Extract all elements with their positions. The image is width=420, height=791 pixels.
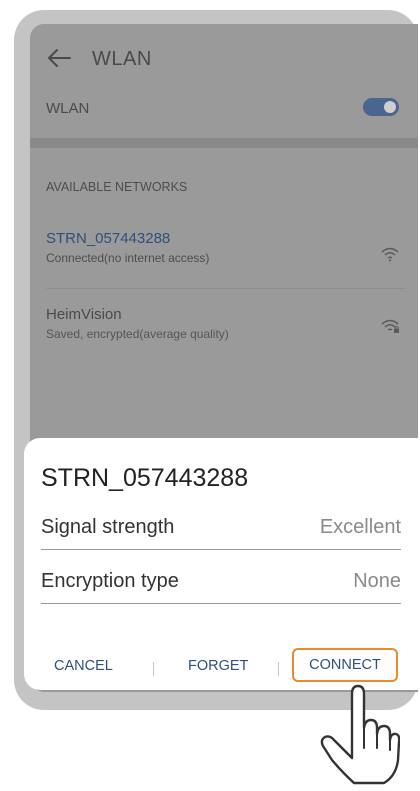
available-networks-header: AVAILABLE NETWORKS xyxy=(46,180,188,194)
wlan-toggle-label: WLAN xyxy=(46,100,90,117)
button-separator xyxy=(153,662,154,676)
dialog-title: STRN_057443288 xyxy=(41,464,249,492)
list-divider xyxy=(46,288,406,289)
encryption-type-row: Encryption type None xyxy=(41,558,401,604)
connect-button[interactable]: CONNECT xyxy=(292,648,398,682)
row-divider xyxy=(41,549,401,550)
network-status: Connected(no internet access) xyxy=(46,251,210,265)
network-name: HeimVision xyxy=(46,306,122,323)
cancel-button[interactable]: CANCEL xyxy=(54,658,113,674)
pointing-hand-icon xyxy=(320,684,400,785)
encryption-type-label: Encryption type xyxy=(41,570,179,592)
button-separator xyxy=(278,662,279,676)
top-bar: WLAN WLAN xyxy=(30,24,418,146)
row-divider xyxy=(41,603,401,604)
signal-strength-label: Signal strength xyxy=(41,516,175,538)
network-details-dialog: STRN_057443288 Signal strength Excellent… xyxy=(24,438,418,690)
wifi-icon xyxy=(381,247,399,262)
signal-strength-value: Excellent xyxy=(319,516,401,538)
wifi-lock-icon xyxy=(381,319,399,333)
back-arrow-icon[interactable] xyxy=(46,48,72,68)
forget-button[interactable]: FORGET xyxy=(188,658,248,674)
network-name: STRN_057443288 xyxy=(46,230,171,247)
wlan-toggle[interactable] xyxy=(363,98,399,116)
network-item-strn[interactable]: STRN_057443288 Connected(no internet acc… xyxy=(46,230,386,265)
section-divider xyxy=(30,138,418,148)
network-status: Saved, encrypted(average quality) xyxy=(46,327,229,341)
page-title: WLAN xyxy=(92,48,152,70)
encryption-type-value: None xyxy=(353,570,401,592)
toggle-knob xyxy=(384,101,396,113)
signal-strength-row: Signal strength Excellent xyxy=(41,504,401,550)
network-item-heimvision[interactable]: HeimVision Saved, encrypted(average qual… xyxy=(46,306,386,341)
